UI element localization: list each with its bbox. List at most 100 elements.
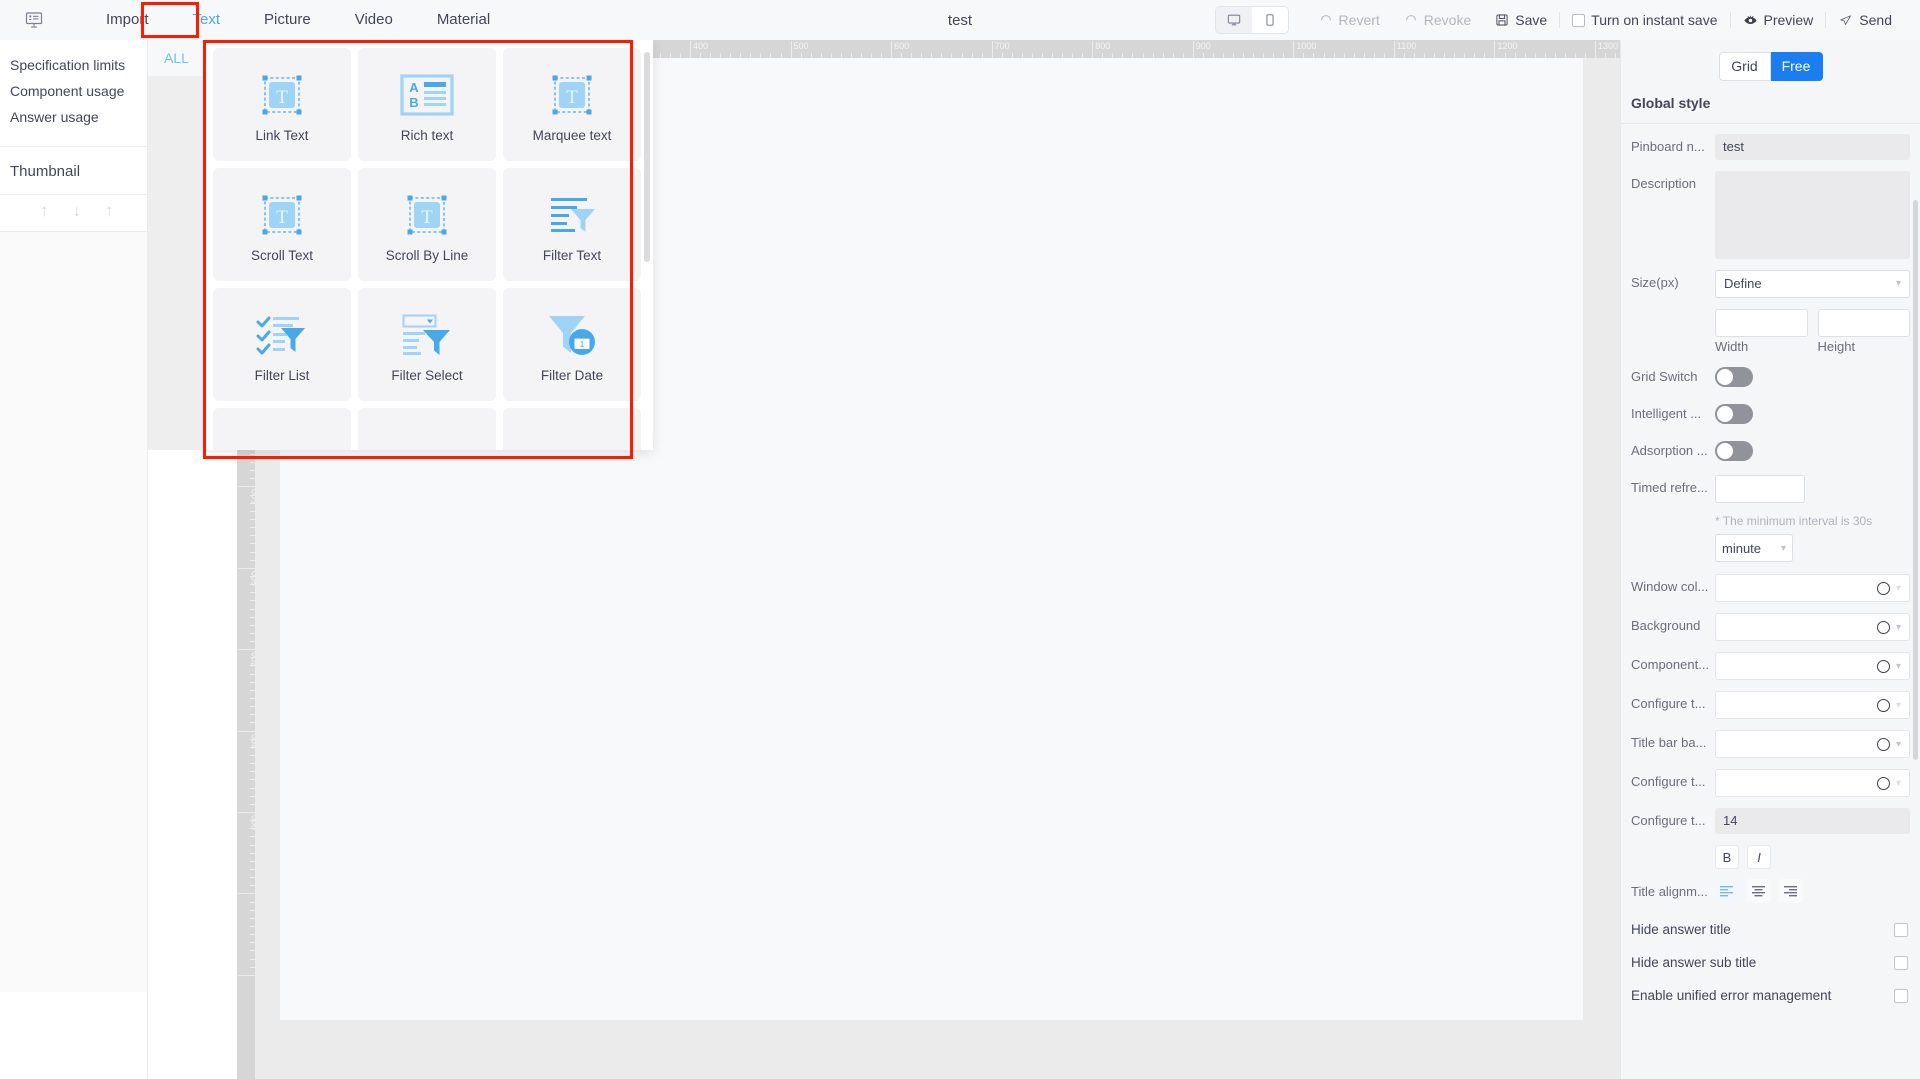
toggle-knob: [1717, 369, 1733, 385]
flyout-scrollbar[interactable]: [644, 52, 650, 262]
component-card-marquee-text[interactable]: T Marquee text: [503, 48, 641, 161]
sidebar-item-component-usage[interactable]: Component usage: [10, 78, 147, 104]
right-panel-scrollbar[interactable]: [1913, 200, 1918, 760]
component-card-partial[interactable]: [503, 408, 641, 450]
move-to-top-icon[interactable]: ↑: [105, 201, 114, 221]
ruler-tick: [1615, 53, 1617, 58]
phone-icon[interactable]: [1251, 7, 1288, 33]
ruler-tick: [250, 755, 255, 757]
component-card-scroll-text[interactable]: T Scroll Text: [213, 168, 351, 281]
revoke-button[interactable]: Revoke: [1392, 0, 1483, 40]
hide-answer-sub-title-checkbox[interactable]: [1894, 955, 1908, 970]
ruler-tick: [971, 53, 973, 58]
mode-button-free[interactable]: Free: [1770, 52, 1823, 81]
adsorption-toggle[interactable]: [1715, 441, 1753, 461]
revert-button[interactable]: Revert: [1307, 0, 1392, 40]
instant-save-toggle[interactable]: Turn on instant save: [1560, 0, 1729, 40]
ruler-tick: [1041, 53, 1043, 58]
mode-button-grid[interactable]: Grid: [1718, 52, 1771, 81]
configure-color-picker-1[interactable]: ▾: [1715, 691, 1910, 719]
hide-answer-sub-title-row: Hide answer sub title: [1631, 955, 1910, 970]
component-card-partial[interactable]: [358, 408, 496, 450]
component-card-filter-text[interactable]: Filter Text: [503, 168, 641, 281]
ruler-tick: [931, 53, 933, 58]
window-color-picker[interactable]: ▾: [1715, 574, 1910, 602]
ruler-tick: [250, 559, 255, 561]
ruler-tick: [250, 641, 255, 643]
component-card-scroll-by-line[interactable]: T Scroll By Line: [358, 168, 496, 281]
component-card-partial[interactable]: [213, 408, 351, 450]
grid-switch-toggle[interactable]: [1715, 367, 1753, 387]
category-item-all[interactable]: ALL: [148, 40, 205, 76]
ruler-tick: [1373, 53, 1375, 58]
enable-unified-error-checkbox[interactable]: [1894, 988, 1908, 1003]
size-select[interactable]: Define ▾: [1715, 270, 1910, 298]
save-button[interactable]: Save: [1483, 0, 1559, 40]
grid-switch-row: Grid Switch: [1631, 364, 1910, 390]
align-center-icon[interactable]: [1747, 879, 1771, 903]
ruler-tick: [1605, 53, 1607, 58]
component-card-label: Scroll Text: [250, 248, 314, 263]
ruler-tick: [250, 958, 255, 960]
italic-button[interactable]: I: [1747, 845, 1771, 869]
send-button[interactable]: Send: [1826, 0, 1904, 40]
hide-answer-title-label: Hide answer title: [1631, 922, 1731, 937]
titlebar-color-picker[interactable]: ▾: [1715, 730, 1910, 758]
font-size-input[interactable]: 14: [1715, 808, 1910, 834]
preview-button[interactable]: Preview: [1731, 0, 1826, 40]
nav-tab-video[interactable]: Video: [333, 0, 415, 40]
adsorption-label: Adsorption ...: [1631, 443, 1708, 458]
sidebar-item-answer-usage[interactable]: Answer usage: [10, 104, 147, 130]
revert-label: Revert: [1338, 12, 1380, 28]
ruler-tick: [1011, 53, 1013, 58]
ruler-tick: [1343, 53, 1345, 58]
component-color-picker[interactable]: ▾: [1715, 652, 1910, 680]
timed-refresh-input[interactable]: [1715, 475, 1805, 503]
ruler-tick: [679, 53, 681, 58]
svg-text:T: T: [566, 87, 578, 108]
height-input[interactable]: [1817, 309, 1910, 337]
configure-color-picker-2[interactable]: ▾: [1715, 769, 1910, 797]
ruler-tick: [250, 844, 255, 846]
nav-tab-material[interactable]: Material: [415, 0, 512, 40]
align-right-icon[interactable]: [1779, 879, 1803, 903]
nav-tab-text[interactable]: Text: [171, 0, 243, 40]
pinboard-name-label: Pinboard n...: [1631, 139, 1705, 154]
move-up-icon[interactable]: ↑: [40, 201, 49, 221]
nav-tab-picture[interactable]: Picture: [242, 0, 333, 40]
monitor-icon[interactable]: [1215, 7, 1252, 33]
ruler-tick: [1494, 41, 1496, 58]
ruler-tick: [1474, 53, 1476, 58]
size-select-value: Define: [1724, 276, 1762, 291]
component-card-filter-list[interactable]: Filter List: [213, 288, 351, 401]
svg-text:T: T: [276, 207, 288, 228]
width-input[interactable]: [1715, 309, 1808, 337]
pinboard-name-input[interactable]: test: [1715, 134, 1910, 160]
nav-tab-import[interactable]: Import: [84, 0, 171, 40]
interval-unit-select[interactable]: minute ▾: [1715, 534, 1793, 562]
component-category-column: ALL: [148, 40, 205, 450]
background-color-picker[interactable]: ▾: [1715, 613, 1910, 641]
toggle-knob: [1717, 443, 1733, 459]
presentation-screen-icon[interactable]: [22, 8, 46, 32]
description-textarea[interactable]: [1715, 171, 1910, 259]
move-down-icon[interactable]: ↓: [73, 201, 82, 221]
component-card-filter-date[interactable]: 1 Filter Date: [503, 288, 641, 401]
ruler-tick: [1464, 53, 1466, 58]
instant-save-checkbox[interactable]: [1572, 13, 1586, 27]
intelligent-toggle[interactable]: [1715, 404, 1753, 424]
ruler-tick: [659, 53, 661, 58]
sidebar-item-specification-limits[interactable]: Specification limits: [10, 52, 147, 78]
rich-text-icon: A B: [400, 66, 454, 124]
enable-unified-error-label: Enable unified error management: [1631, 988, 1832, 1003]
ruler-tick: [250, 543, 255, 545]
chevron-down-icon: ▾: [1895, 699, 1901, 711]
hide-answer-title-checkbox[interactable]: [1894, 922, 1908, 937]
align-left-icon[interactable]: [1715, 879, 1739, 903]
component-card-link-text[interactable]: T Link Text: [213, 48, 351, 161]
ruler-tick: [690, 41, 691, 58]
component-card-filter-select[interactable]: Filter Select: [358, 288, 496, 401]
bold-button[interactable]: B: [1715, 845, 1739, 869]
component-card-rich-text[interactable]: A B Rich text: [358, 48, 496, 161]
ruler-tick: [1554, 53, 1556, 58]
